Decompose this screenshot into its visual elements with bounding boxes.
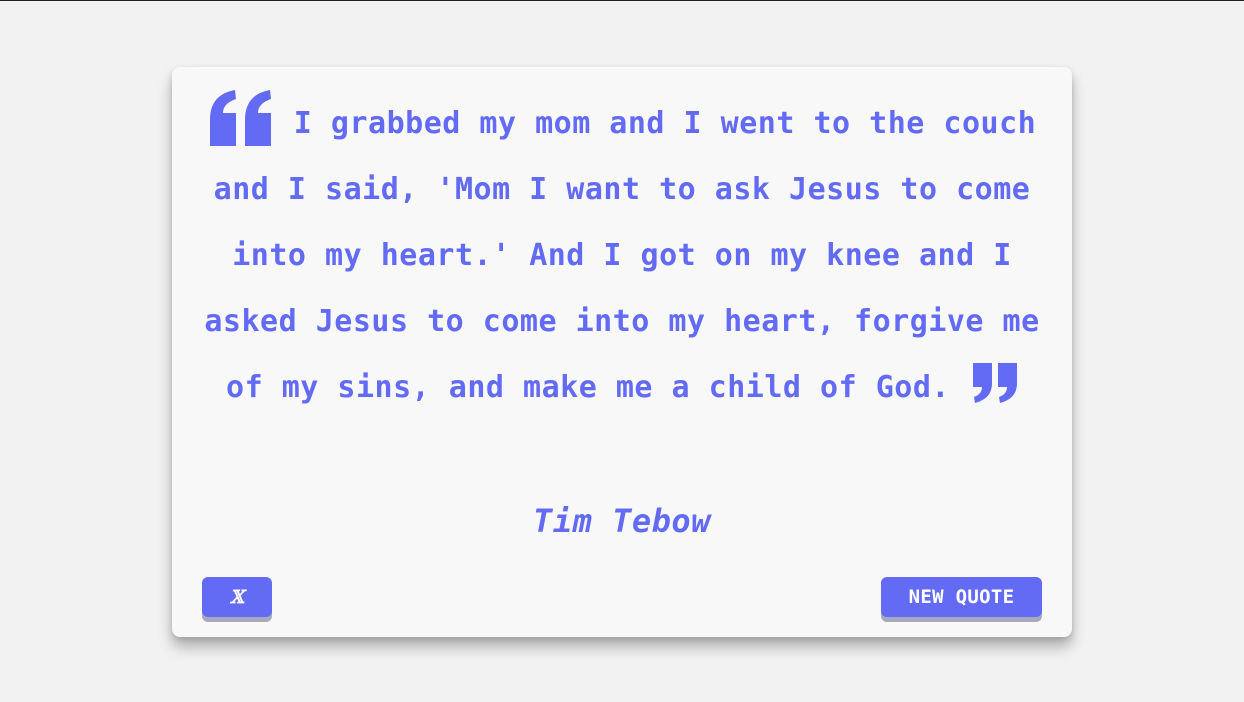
quote-right-icon [972, 362, 1018, 403]
quote-text: I grabbed my mom and I went to the couch… [204, 106, 1040, 405]
quote-block: I grabbed my mom and I went to the couch… [202, 89, 1042, 421]
quote-card: I grabbed my mom and I went to the couch… [172, 67, 1072, 637]
quote-left-icon [208, 89, 274, 148]
new-quote-button[interactable]: NEW QUOTE [881, 577, 1042, 617]
x-logo-icon: 𝕏 [230, 586, 244, 608]
share-x-button[interactable]: 𝕏 [202, 577, 272, 617]
quote-author: Tim Tebow [533, 502, 711, 540]
